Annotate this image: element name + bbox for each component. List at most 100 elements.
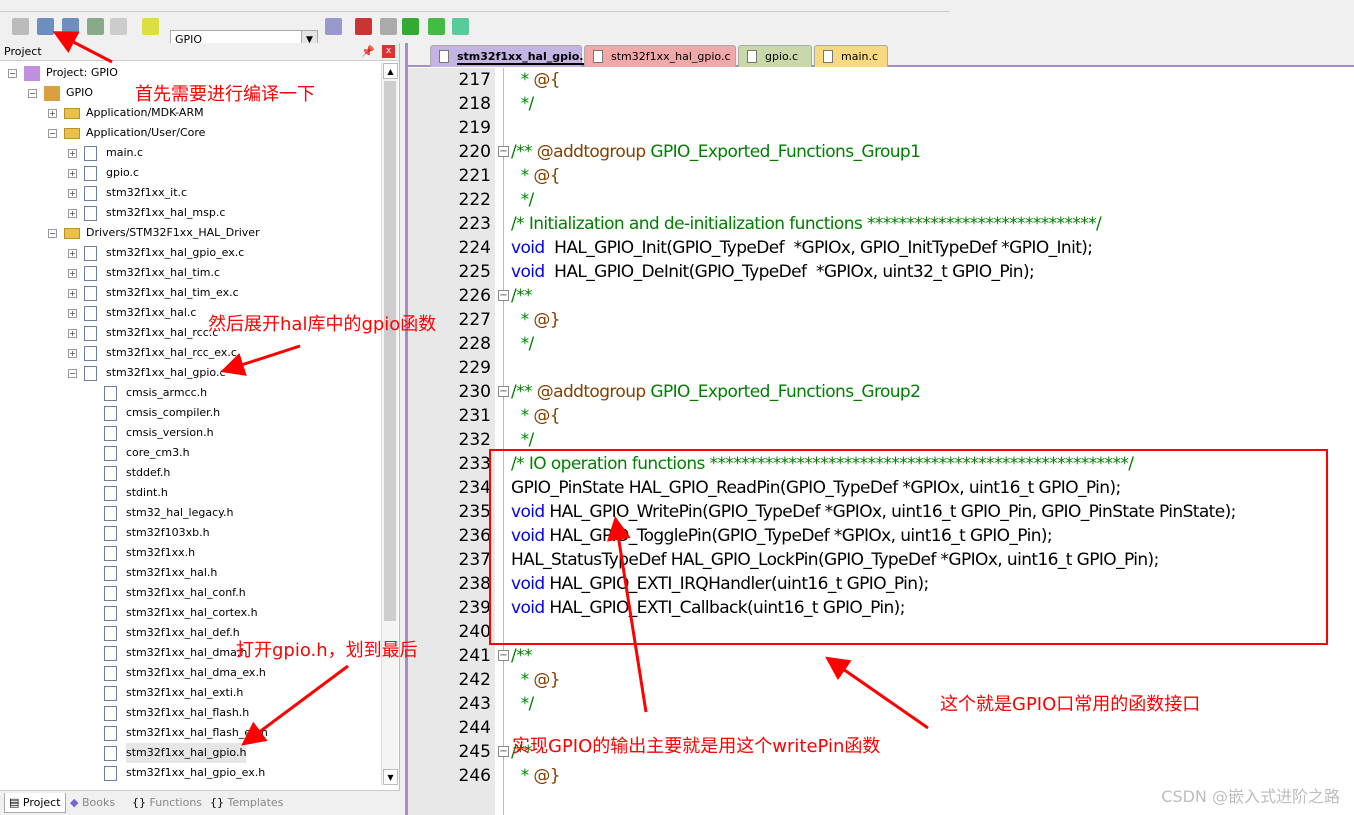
code-line: 223 /* Initialization and de-initializati… xyxy=(408,212,1354,236)
tree-item[interactable]: cmsis_armcc.h xyxy=(0,383,380,403)
pack-installer-icon[interactable] xyxy=(402,18,419,35)
code-token: @} xyxy=(533,670,560,690)
tree-item[interactable]: + stm32f1xx_hal_tim_ex.c xyxy=(0,283,380,303)
tree-item-label: stm32f1xx_it.c xyxy=(106,186,188,199)
annotation-expand: 然后展开hal库中的gpio函数 xyxy=(208,314,437,335)
file-icon xyxy=(104,466,117,481)
expand-icon[interactable]: + xyxy=(68,149,77,158)
tree-item-label: stm32f1xx_hal.h xyxy=(126,566,218,579)
tab-templates[interactable]: {} Templates xyxy=(210,793,283,813)
fold-icon[interactable]: − xyxy=(498,386,509,397)
tab-books[interactable]: ◆ Books xyxy=(70,793,115,813)
tree-item[interactable]: + main.c xyxy=(0,143,380,163)
code-token: GPIO_Exported_Functions_Group1 xyxy=(645,142,921,162)
tree-item[interactable]: stm32f1xx_hal_gpio.h xyxy=(0,743,380,763)
translate-icon[interactable] xyxy=(12,18,29,35)
code-text: */ xyxy=(511,188,535,212)
collapse-icon[interactable]: − xyxy=(8,69,17,78)
tree-item[interactable]: stm32f103xb.h xyxy=(0,523,380,543)
tree-item[interactable]: stm32f1xx_hal.h xyxy=(0,563,380,583)
tree-item-label: Drivers/STM32F1xx_HAL_Driver xyxy=(86,226,260,239)
pin-icon[interactable]: 📌 xyxy=(361,43,375,61)
tree-item[interactable]: − stm32f1xx_hal_gpio.c xyxy=(0,363,380,383)
code-token: @} xyxy=(533,766,560,786)
tree-item[interactable]: − Application/User/Core xyxy=(0,123,380,143)
expand-icon[interactable]: + xyxy=(68,209,77,218)
tree-item[interactable]: stm32f1xx_hal_gpio_ex.h xyxy=(0,763,380,783)
code-token: */ xyxy=(511,94,535,114)
tree-item-label: stm32f1xx_hal_cortex.h xyxy=(126,606,258,619)
tree-item[interactable]: stdint.h xyxy=(0,483,380,503)
tree-item-label: stm32f1xx_hal_gpio.h xyxy=(126,743,247,763)
tab-file[interactable]: gpio.c xyxy=(738,45,812,67)
expand-icon[interactable]: + xyxy=(68,269,77,278)
collapse-icon[interactable]: − xyxy=(28,89,37,98)
collapse-icon[interactable]: − xyxy=(48,129,57,138)
tree-item[interactable]: stm32f1xx_hal_conf.h xyxy=(0,583,380,603)
tree-scrollbar[interactable]: ▲ ▼ xyxy=(381,63,398,785)
line-number: 241 xyxy=(458,646,491,666)
collapse-icon[interactable]: − xyxy=(68,369,77,378)
tab-file[interactable]: stm32f1xx_hal_gpio.h xyxy=(430,45,592,67)
tab-project[interactable]: ▤ Project xyxy=(4,793,66,813)
rte-icon[interactable] xyxy=(452,18,469,35)
scroll-down-icon[interactable]: ▼ xyxy=(383,769,398,785)
expand-icon[interactable]: + xyxy=(48,109,57,118)
tree-item-label: cmsis_armcc.h xyxy=(126,386,208,399)
file-icon xyxy=(104,706,117,721)
fold-icon[interactable]: − xyxy=(498,746,509,757)
load-icon[interactable] xyxy=(142,18,159,35)
expand-icon[interactable]: + xyxy=(68,349,77,358)
tree-item[interactable]: + stm32f1xx_hal_gpio_ex.c xyxy=(0,243,380,263)
project-panel-header: Project 📌 x xyxy=(0,43,399,61)
tab-file[interactable]: stm32f1xx_hal_gpio.c xyxy=(584,45,736,67)
tree-item[interactable]: stm32_hal_legacy.h xyxy=(0,503,380,523)
tree-item[interactable]: − Drivers/STM32F1xx_HAL_Driver xyxy=(0,223,380,243)
stop-build-icon[interactable] xyxy=(110,18,127,35)
tree-item[interactable]: cmsis_compiler.h xyxy=(0,403,380,423)
collapse-icon[interactable]: − xyxy=(48,229,57,238)
tree-item[interactable]: core_cm3.h xyxy=(0,443,380,463)
fold-icon[interactable]: − xyxy=(498,290,509,301)
manage-components-icon[interactable] xyxy=(355,18,372,35)
manage-project-icon[interactable] xyxy=(380,18,397,35)
expand-icon[interactable]: + xyxy=(68,309,77,318)
tree-item[interactable]: stddef.h xyxy=(0,463,380,483)
scrollbar-thumb[interactable] xyxy=(384,81,396,621)
rebuild-icon[interactable] xyxy=(62,18,79,35)
close-icon[interactable]: x xyxy=(382,45,395,58)
batch-build-icon[interactable] xyxy=(87,18,104,35)
tree-item[interactable]: + stm32f1xx_hal_msp.c xyxy=(0,203,380,223)
tree-item[interactable]: + gpio.c xyxy=(0,163,380,183)
file-icon xyxy=(104,766,117,781)
code-lines[interactable]: 217 * @{218 */219 220−/** @addtogroup GPI… xyxy=(408,68,1354,815)
fold-icon[interactable]: − xyxy=(498,650,509,661)
options-icon[interactable] xyxy=(325,18,342,35)
tree-item[interactable]: cmsis_version.h xyxy=(0,423,380,443)
tab-functions[interactable]: {} Functions xyxy=(132,793,202,813)
tab-file[interactable]: main.c xyxy=(814,45,888,67)
tree-item[interactable]: + stm32f1xx_hal_tim.c xyxy=(0,263,380,283)
tree-item[interactable]: + stm32f1xx_hal_rcc_ex.c xyxy=(0,343,380,363)
code-text: * @} xyxy=(511,668,561,692)
select-packs-icon[interactable] xyxy=(428,18,445,35)
tree-item[interactable]: stm32f1xx_hal_flash_ex.h xyxy=(0,723,380,743)
tree-item[interactable]: stm32f1xx_hal_flash.h xyxy=(0,703,380,723)
scroll-up-icon[interactable]: ▲ xyxy=(383,63,398,79)
tab-label: main.c xyxy=(841,50,879,63)
tree-item[interactable]: stm32f1xx_hal_exti.h xyxy=(0,683,380,703)
tree-item[interactable]: stm32f1xx_hal_dma_ex.h xyxy=(0,663,380,683)
tree-item[interactable]: + stm32f1xx_it.c xyxy=(0,183,380,203)
fold-icon[interactable]: − xyxy=(498,146,509,157)
folder-icon xyxy=(64,108,80,119)
tree-item[interactable]: + Application/MDK-ARM xyxy=(0,103,380,123)
tree-item[interactable]: stm32f1xx.h xyxy=(0,543,380,563)
expand-icon[interactable]: + xyxy=(68,289,77,298)
expand-icon[interactable]: + xyxy=(68,249,77,258)
expand-icon[interactable]: + xyxy=(68,329,77,338)
build-icon[interactable] xyxy=(37,18,54,35)
tree-item-label: stm32f1xx_hal_tim.c xyxy=(106,266,221,279)
tree-item[interactable]: stm32f1xx_hal_cortex.h xyxy=(0,603,380,623)
expand-icon[interactable]: + xyxy=(68,189,77,198)
expand-icon[interactable]: + xyxy=(68,169,77,178)
